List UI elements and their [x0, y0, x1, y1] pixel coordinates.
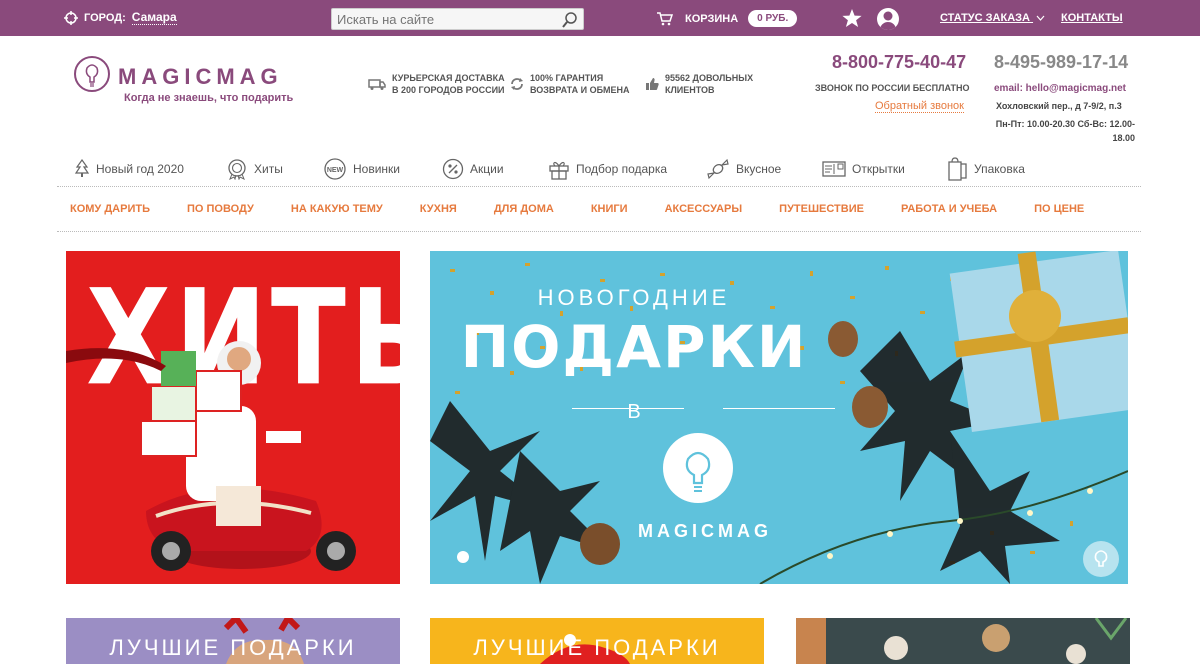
feature-guarantee-line2: ВОЗВРАТА И ОБМЕНА — [530, 85, 630, 95]
svg-text:NEW: NEW — [327, 167, 344, 174]
category-sales[interactable]: Акции — [442, 156, 504, 182]
favorites-star-icon[interactable] — [842, 9, 862, 33]
category-label: Вкусное — [736, 162, 782, 176]
feature-delivery-line2: В 200 ГОРОДОВ РОССИИ — [392, 85, 505, 95]
refresh-icon — [511, 78, 523, 90]
callback-link[interactable]: Обратный звонок — [875, 100, 964, 113]
slider-bulb-button[interactable] — [1083, 541, 1119, 577]
menu-kitchen[interactable]: КУХНЯ — [420, 203, 457, 215]
order-status-link[interactable]: СТАТУС ЗАКАЗА — [940, 12, 1045, 24]
brand-slogan: Когда не знаешь, что подарить — [124, 92, 294, 104]
order-status-label: СТАТУС ЗАКАЗА — [940, 12, 1030, 24]
tile-illustration — [796, 618, 1128, 664]
truck-icon — [368, 79, 386, 90]
category-gift-finder[interactable]: Подбор подарка — [548, 156, 667, 182]
slider-dot[interactable] — [457, 551, 469, 563]
banner-line1: НОВОГОДНИЕ — [537, 285, 731, 310]
menu-price[interactable]: ПО ЦЕНЕ — [1034, 203, 1084, 215]
cart-label: КОРЗИНА — [685, 12, 739, 25]
cart-price: 0 РУБ. — [748, 10, 798, 27]
phone-free[interactable]: 8-800-775-40-47 — [832, 52, 966, 73]
feature-clients: 95562 ДОВОЛЬНЫХ КЛИЕНТОВ — [645, 72, 753, 96]
feature-delivery: КУРЬЕРСКАЯ ДОСТАВКА В 200 ГОРОДОВ РОССИИ — [368, 72, 505, 96]
banner-brand: MAGICMAG — [638, 521, 772, 541]
menu-whom[interactable]: КОМУ ДАРИТЬ — [70, 203, 150, 215]
award-icon — [228, 159, 246, 180]
category-label: Открытки — [852, 162, 905, 176]
banner-rule — [723, 408, 835, 409]
city-selector[interactable]: ГОРОД: Самара — [64, 10, 177, 25]
menu-accessories[interactable]: АКСЕССУАРЫ — [665, 203, 743, 215]
candy-icon — [707, 158, 729, 180]
tile-title: ЛУЧШИЕ ПОДАРКИ — [109, 635, 357, 660]
city-label: ГОРОД: — [84, 11, 126, 24]
new-badge-icon: NEW — [324, 158, 346, 180]
search-icon[interactable] — [561, 11, 579, 34]
category-hits[interactable]: Хиты — [226, 156, 283, 182]
divider — [57, 231, 1141, 232]
category-label: Акции — [470, 162, 504, 176]
cart[interactable]: КОРЗИНА 0 РУБ. — [657, 10, 798, 27]
menu-occasion[interactable]: ПО ПОВОДУ — [187, 203, 254, 215]
cart-icon — [657, 11, 673, 25]
menu-books[interactable]: КНИГИ — [591, 203, 628, 215]
free-call-note: ЗВОНОК ПО РОССИИ БЕСПЛАТНО — [815, 83, 970, 93]
category-tasty[interactable]: Вкусное — [706, 156, 781, 182]
contact-email[interactable]: email: hello@magicmag.net — [994, 83, 1126, 94]
menu-work-study[interactable]: РАБОТА И УЧЕБА — [901, 203, 997, 215]
feature-clients-line2: КЛИЕНТОВ — [665, 85, 715, 95]
category-cards[interactable]: Открытки — [822, 156, 905, 182]
brand-name: MAGICMAG — [118, 64, 283, 89]
search-input[interactable] — [332, 9, 552, 29]
gift-icon — [549, 161, 569, 180]
logo-bulb-icon — [74, 56, 110, 92]
location-icon — [64, 10, 78, 25]
feature-guarantee-line1: 100% ГАРАНТИЯ — [530, 73, 604, 83]
bulb-icon — [1094, 550, 1108, 567]
chevron-down-icon — [1036, 15, 1045, 22]
banner-new-year[interactable]: НОВОГОДНИЕ ПОДАРКИ В MAGICMAG — [430, 251, 1128, 584]
banner-line3: В — [627, 401, 641, 423]
card-icon — [822, 161, 846, 177]
bulb-logo-icon — [663, 433, 733, 503]
santa-scooter-illustration — [66, 341, 356, 571]
contact-address: Хохловский пер., д 7-9/2, п.3 — [996, 101, 1122, 111]
menu-home[interactable]: ДЛЯ ДОМА — [494, 203, 554, 215]
tree-icon — [74, 159, 90, 177]
top-bar: ГОРОД: Самара КОРЗИНА 0 РУБ. СТАТУС ЗАКА… — [0, 0, 1200, 36]
banner-line2: ПОДАРКИ — [460, 313, 808, 381]
menu-travel[interactable]: ПУТЕШЕСТВИЕ — [779, 203, 864, 215]
category-packaging[interactable]: Упаковка — [946, 156, 1025, 182]
tile-best-gifts-1[interactable]: ЛУЧШИЕ ПОДАРКИ — [66, 618, 400, 664]
category-label: Новый год 2020 — [96, 162, 184, 176]
main-menu: КОМУ ДАРИТЬ ПО ПОВОДУ НА КАКУЮ ТЕМУ КУХН… — [70, 203, 1084, 215]
tile-title: ЛУЧШИЕ ПОДАРКИ — [473, 635, 721, 660]
menu-theme[interactable]: НА КАКУЮ ТЕМУ — [291, 203, 383, 215]
tile-cookies[interactable] — [796, 618, 1130, 664]
divider — [57, 186, 1141, 187]
category-label: Подбор подарка — [576, 162, 668, 176]
feature-clients-line1: 95562 ДОВОЛЬНЫХ — [665, 73, 754, 83]
category-label: Хиты — [254, 162, 283, 176]
category-new-year[interactable]: Новый год 2020 — [74, 156, 184, 182]
percent-icon — [442, 158, 464, 180]
category-new[interactable]: NEW Новинки — [323, 156, 400, 182]
banner-hits[interactable]: ХИТЫ — [66, 251, 400, 584]
category-label: Новинки — [353, 162, 400, 176]
search-box — [331, 8, 584, 30]
working-hours: Пн-Пт: 10.00-20.30 Сб-Вс: 12.00-18.00 — [995, 119, 1135, 143]
category-label: Упаковка — [974, 162, 1025, 176]
user-avatar-icon[interactable] — [877, 8, 899, 30]
city-value[interactable]: Самара — [131, 10, 177, 25]
feature-guarantee: 100% ГАРАНТИЯ ВОЗВРАТА И ОБМЕНА — [510, 72, 630, 96]
phone-moscow[interactable]: 8-495-989-17-14 — [994, 52, 1128, 73]
thumbs-up-icon — [646, 78, 659, 90]
contacts-link[interactable]: КОНТАКТЫ — [1061, 12, 1123, 24]
feature-delivery-line1: КУРЬЕРСКАЯ ДОСТАВКА — [392, 73, 505, 83]
tile-best-gifts-2[interactable]: ЛУЧШИЕ ПОДАРКИ — [430, 618, 764, 664]
package-icon — [948, 157, 967, 181]
